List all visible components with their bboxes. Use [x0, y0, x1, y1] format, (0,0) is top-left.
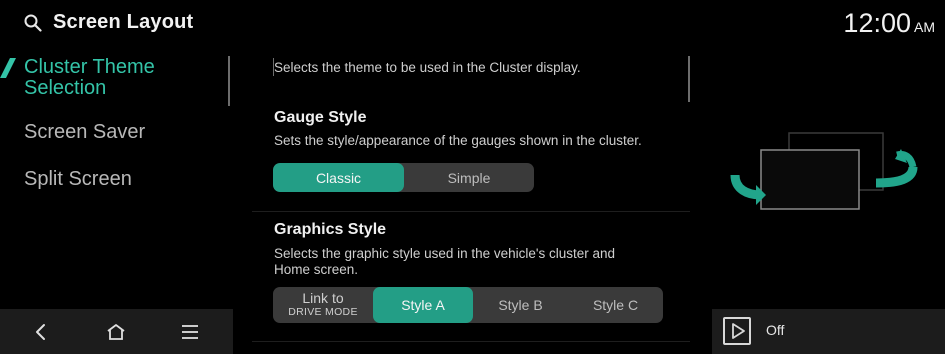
menu-icon: [182, 324, 198, 339]
play-triangle-icon: [732, 323, 745, 339]
gauge-style-classic-option[interactable]: Classic: [273, 163, 404, 192]
bottom-nav-bar: [0, 309, 233, 354]
search-icon[interactable]: [24, 14, 42, 32]
menu-button[interactable]: [160, 309, 220, 354]
graphics-style-description-line2: Home screen.: [274, 262, 359, 277]
menu-item-label-line1: Cluster Theme: [24, 56, 155, 78]
graphics-style-b-option[interactable]: Style B: [473, 287, 568, 323]
gauge-style-title: Gauge Style: [274, 109, 367, 126]
link-to-label: Link to: [302, 290, 344, 306]
media-panel[interactable]: Off: [712, 309, 945, 354]
header-bar: Screen Layout 12:00 AM: [0, 0, 945, 46]
gauge-style-description: Sets the style/appearance of the gauges …: [274, 133, 642, 148]
active-indicator-icon: [0, 58, 16, 78]
play-icon[interactable]: [723, 317, 751, 345]
menu-item-screen-saver[interactable]: Screen Saver: [24, 122, 145, 143]
gauge-style-simple-option[interactable]: Simple: [404, 163, 534, 192]
theme-description: Selects the theme to be used in the Clus…: [274, 60, 581, 75]
graphics-style-description: Selects the graphic style used in the ve…: [274, 246, 684, 278]
back-icon: [36, 323, 45, 340]
graphics-style-description-line1: Selects the graphic style used in the ve…: [274, 246, 616, 261]
page-title: Screen Layout: [53, 11, 194, 33]
back-button[interactable]: [11, 309, 71, 354]
graphics-style-title: Graphics Style: [274, 221, 387, 238]
menu-item-label-line2: Selection: [24, 77, 107, 99]
graphics-style-c-option[interactable]: Style C: [568, 287, 663, 323]
clock-ampm: AM: [914, 19, 935, 35]
content-scrollbar[interactable]: [688, 56, 690, 102]
clock: 12:00 AM: [843, 8, 935, 39]
media-status-label: Off: [766, 322, 785, 338]
screen-swap-illustration-icon: [730, 132, 918, 210]
menu-item-split-screen[interactable]: Split Screen: [24, 169, 132, 190]
graphics-style-a-option[interactable]: Style A: [373, 287, 473, 323]
graphics-style-segmented-control: Link to DRIVE MODE Style A Style B Style…: [273, 287, 663, 323]
drive-mode-label: DRIVE MODE: [288, 306, 358, 318]
link-to-drive-mode-option[interactable]: Link to DRIVE MODE: [273, 287, 373, 323]
menu-scrollbar[interactable]: [228, 56, 230, 106]
gauge-style-segmented-control: Classic Simple: [273, 163, 534, 192]
home-icon: [107, 323, 125, 340]
section-divider: [252, 211, 690, 212]
home-button[interactable]: [86, 309, 146, 354]
section-divider: [252, 341, 690, 342]
menu-item-cluster-theme-selection[interactable]: Cluster Theme Selection: [24, 57, 155, 99]
clock-time: 12:00: [843, 8, 911, 38]
